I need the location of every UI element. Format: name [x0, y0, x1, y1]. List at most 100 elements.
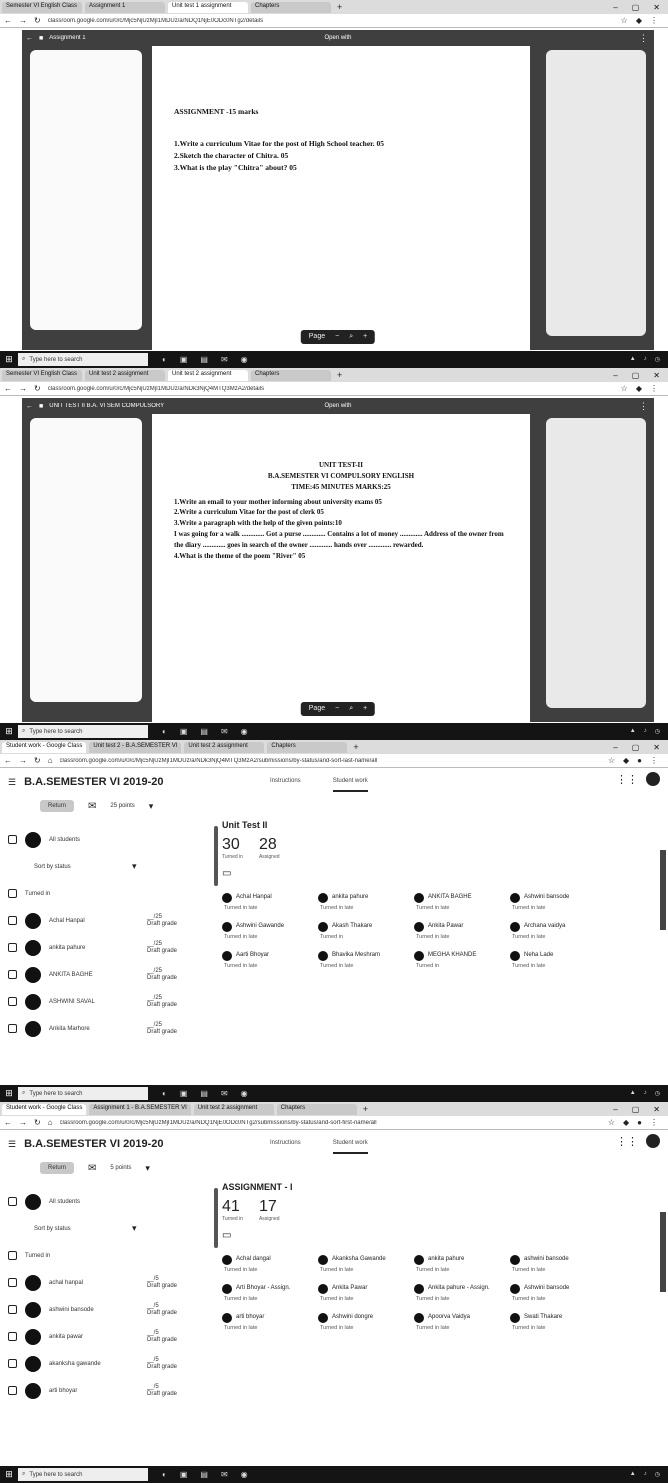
- checkbox[interactable]: [8, 889, 17, 898]
- back-icon[interactable]: ←: [4, 756, 12, 765]
- browser-tab[interactable]: Chapters: [267, 741, 348, 753]
- return-button[interactable]: Return: [40, 800, 75, 812]
- submission-card[interactable]: ankita pahure Turned in late: [318, 893, 412, 912]
- tab-instructions[interactable]: Instructions: [270, 778, 301, 792]
- submission-card[interactable]: ANKITA BAGHE Turned in late: [414, 893, 508, 912]
- taskbar-search[interactable]: ⌕ Type here to search: [18, 1468, 148, 1481]
- minimize-icon[interactable]: –: [613, 371, 617, 380]
- sort-row[interactable]: Sort by status ▾: [6, 1215, 206, 1242]
- student-row[interactable]: ANKITA BAGHE __/25 Draft grade: [6, 961, 206, 988]
- store-icon[interactable]: ▤: [200, 1089, 208, 1098]
- new-tab-button[interactable]: +: [334, 370, 345, 380]
- student-row[interactable]: Ankita Marhore __/25 Draft grade: [6, 1015, 206, 1042]
- store-icon[interactable]: ▤: [200, 727, 208, 736]
- windows-start-icon[interactable]: ⊞: [0, 726, 18, 737]
- store-icon[interactable]: ▤: [200, 355, 208, 364]
- task-view-icon[interactable]: ◐: [162, 355, 167, 364]
- checkbox[interactable]: [8, 1278, 17, 1287]
- submission-card[interactable]: Arti Bhoyar - Assign. Turned in late: [222, 1284, 316, 1303]
- submission-card[interactable]: Apoorva Vaidya Turned in late: [414, 1313, 508, 1332]
- browser-tab[interactable]: Chapters: [276, 1103, 357, 1115]
- submission-card[interactable]: Ankita Pawar Turned in late: [318, 1284, 412, 1303]
- class-title[interactable]: B.A.SEMESTER VI 2019-20: [24, 776, 163, 788]
- browser-tab[interactable]: Semester VI English Class: [2, 369, 82, 381]
- extension-icon[interactable]: ◆: [636, 384, 642, 393]
- student-row[interactable]: Achal Hanpal __/25 Draft grade: [6, 907, 206, 934]
- new-tab-button[interactable]: +: [334, 2, 345, 12]
- zoom-in-button[interactable]: +: [363, 333, 367, 341]
- checkbox[interactable]: [8, 916, 17, 925]
- more-options-icon[interactable]: ⋮: [639, 33, 648, 44]
- browser-tab[interactable]: Student work - Google Class: [2, 1103, 87, 1115]
- all-students-row[interactable]: All students: [6, 826, 206, 853]
- submission-card[interactable]: Swati Thakare Turned in late: [510, 1313, 604, 1332]
- list-scrollbar[interactable]: [214, 826, 218, 886]
- close-icon[interactable]: ✕: [653, 371, 660, 380]
- checkbox[interactable]: [8, 1251, 17, 1260]
- checkbox[interactable]: [8, 1197, 17, 1206]
- submission-card[interactable]: Aarti Bhoyar Turned in late: [222, 951, 316, 970]
- grade-field[interactable]: __/5 Draft grade: [147, 1303, 177, 1316]
- grade-field[interactable]: __/5 Draft grade: [147, 1330, 177, 1343]
- grade-field[interactable]: __/25 Draft grade: [147, 941, 177, 954]
- student-row[interactable]: ankita pahure __/25 Draft grade: [6, 934, 206, 961]
- return-button[interactable]: Return: [40, 1162, 75, 1174]
- open-with-button[interactable]: Open with: [324, 403, 351, 409]
- bookmark-star-icon[interactable]: ☆: [621, 16, 628, 25]
- browser-tab[interactable]: Chapters: [251, 1, 331, 13]
- grade-field[interactable]: __/25 Draft grade: [147, 914, 177, 927]
- zoom-icon[interactable]: ⌕: [349, 705, 353, 713]
- file-explorer-icon[interactable]: ▣: [180, 1470, 188, 1479]
- folder-icon[interactable]: ▭: [222, 1230, 648, 1241]
- submission-card[interactable]: arti bhoyar Turned in late: [222, 1313, 316, 1332]
- extension-icon[interactable]: ◆: [636, 16, 642, 25]
- sort-dropdown[interactable]: Sort by status: [34, 864, 124, 870]
- reload-icon[interactable]: ↻: [34, 1118, 41, 1127]
- bookmark-star-icon[interactable]: ☆: [608, 756, 615, 765]
- url-field[interactable]: classroom.google.com/u/0/c/Mjc5NjUzMjI1M…: [48, 386, 614, 392]
- maximize-icon[interactable]: ▢: [632, 743, 640, 752]
- browser-tab[interactable]: Student work - Google Class: [2, 741, 87, 753]
- open-with-button[interactable]: Open with: [324, 35, 351, 41]
- home-icon[interactable]: ⌂: [48, 1118, 53, 1127]
- checkbox[interactable]: [8, 835, 17, 844]
- browser-tab[interactable]: Unit test 2 - B.A.SEMESTER VI: [89, 741, 182, 753]
- bookmark-star-icon[interactable]: ☆: [621, 384, 628, 393]
- tab-student-work[interactable]: Student work: [332, 778, 368, 792]
- browser-tab[interactable]: Unit test 2 assignment: [168, 369, 248, 381]
- back-icon[interactable]: ←: [4, 1118, 12, 1127]
- extension-icon[interactable]: ◆: [623, 1118, 629, 1127]
- submission-card[interactable]: Ankita pahure - Assign. Turned in late: [414, 1284, 508, 1303]
- menu-dots-icon[interactable]: ⋮: [650, 16, 658, 25]
- submission-card[interactable]: Akash Thakare Turned in: [318, 922, 412, 941]
- store-icon[interactable]: ▤: [200, 1470, 208, 1479]
- checkbox[interactable]: [8, 1024, 17, 1033]
- maximize-icon[interactable]: ▢: [632, 3, 640, 12]
- menu-dots-icon[interactable]: ⋮: [650, 1118, 658, 1127]
- submission-card[interactable]: ashwini bansode Turned in late: [510, 1255, 604, 1274]
- browser-tab[interactable]: Unit test 2 assignment: [193, 1103, 274, 1115]
- sort-row[interactable]: Sort by status ▾: [6, 853, 206, 880]
- submission-card[interactable]: Ashwini bansode Turned in late: [510, 1284, 604, 1303]
- file-explorer-icon[interactable]: ▣: [180, 727, 188, 736]
- chrome-icon[interactable]: ◉: [241, 1470, 248, 1479]
- checkbox[interactable]: [8, 970, 17, 979]
- profile-avatar[interactable]: ●: [637, 756, 642, 765]
- submission-card[interactable]: Ashwini dongre Turned in late: [318, 1313, 412, 1332]
- mail-icon[interactable]: ✉: [221, 727, 228, 736]
- minimize-icon[interactable]: –: [613, 3, 617, 12]
- taskbar-search[interactable]: ⌕ Type here to search: [18, 353, 148, 366]
- browser-tab[interactable]: Assignment 1: [85, 1, 165, 13]
- url-field[interactable]: classroom.google.com/u/0/c/Mjc5NjUzMjI1M…: [60, 758, 601, 764]
- mail-icon[interactable]: ✉: [221, 355, 228, 364]
- back-arrow-icon[interactable]: ←: [26, 35, 33, 42]
- file-explorer-icon[interactable]: ▣: [180, 1089, 188, 1098]
- tab-student-work[interactable]: Student work: [332, 1140, 368, 1154]
- zoom-out-button[interactable]: −: [335, 705, 339, 713]
- apps-grid-icon[interactable]: ⋮⋮: [616, 773, 638, 786]
- mail-icon[interactable]: ✉: [221, 1089, 228, 1098]
- submission-card[interactable]: Achal dangal Turned in late: [222, 1255, 316, 1274]
- tab-instructions[interactable]: Instructions: [270, 1140, 301, 1154]
- browser-tab[interactable]: Assignment 1 - B.A.SEMESTER VI: [89, 1103, 191, 1115]
- student-row[interactable]: ashwini bansode __/5 Draft grade: [6, 1296, 206, 1323]
